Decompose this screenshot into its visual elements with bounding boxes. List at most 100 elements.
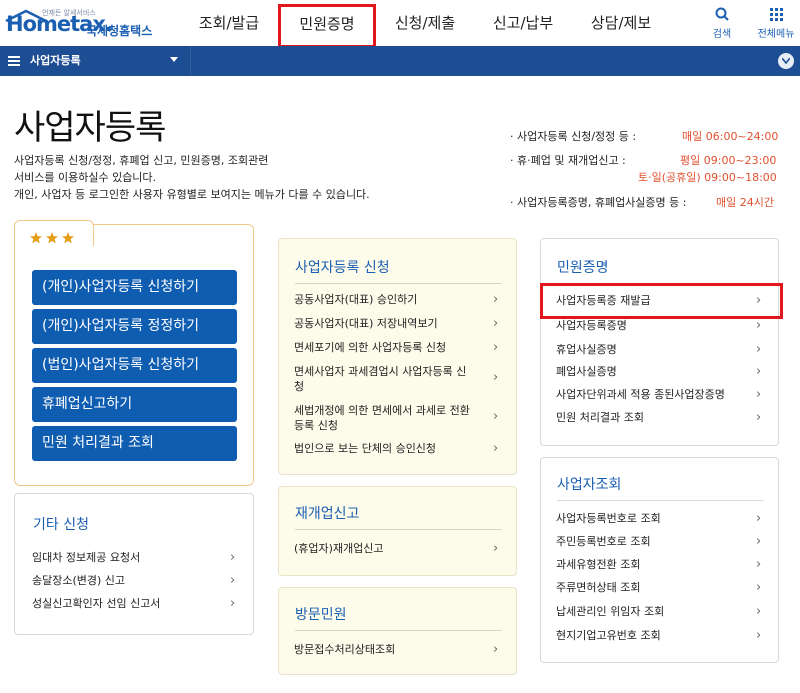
- chevron-right-icon: ›: [230, 573, 236, 588]
- individual-correction-button[interactable]: (개인)사업자등록 정정하기: [32, 309, 237, 344]
- card-title: 기타 신청: [33, 517, 89, 533]
- chevron-right-icon: ›: [230, 550, 236, 565]
- list-item[interactable]: 휴업사실증명: [556, 342, 617, 358]
- star-icon: [30, 232, 42, 244]
- sub-navigation-bar: 사업자등록: [0, 46, 800, 76]
- list-item[interactable]: 주류면허상태 조회: [556, 580, 640, 596]
- list-item[interactable]: 과세유형전환 조회: [556, 557, 640, 573]
- business-registration-card: 사업자등록 신청: [278, 238, 517, 475]
- nav-apply-submit[interactable]: 신청/제출: [376, 0, 474, 46]
- list-item[interactable]: 폐업사실증명: [556, 364, 617, 380]
- list-item[interactable]: 법인으로 보는 단체의 승인신청: [294, 441, 436, 457]
- header-tools: 검색 전체메뉴: [702, 6, 796, 40]
- corporate-register-button[interactable]: (법인)사업자등록 신청하기: [32, 348, 237, 383]
- list-item[interactable]: 면세사업자 과세겸업시 사업자등록 신: [294, 364, 466, 380]
- hours-row: · 사업자등록증명, 휴폐업사실증명 등 : 매일 24시간: [510, 194, 774, 210]
- nav-civil-certificate[interactable]: 민원증명: [278, 4, 376, 48]
- chevron-right-icon: ›: [756, 604, 762, 619]
- hours-row: · 사업자등록 신청/정정 등 : 매일 06:00~24:00: [510, 128, 778, 144]
- list-item[interactable]: 주민등록번호로 조회: [556, 534, 651, 550]
- page-title: 사업자등록: [14, 108, 166, 148]
- highlight-box: [540, 283, 783, 319]
- list-item[interactable]: 공동사업자(대표) 승인하기: [294, 292, 417, 308]
- list-item[interactable]: 민원 처리결과 조회: [556, 410, 644, 426]
- chevron-down-icon: [782, 58, 790, 64]
- page-description: 사업자등록 신청/정정, 휴폐업 신고, 민원증명, 조회관련 서비스를 이용하…: [14, 152, 370, 203]
- visit-civil-card: 방문민원: [278, 587, 517, 675]
- list-item[interactable]: 송달장소(변경) 신고: [32, 573, 125, 589]
- hometax-logo[interactable]: 언제든 알세서비스 Hometax. 국세청홈택스: [4, 8, 154, 40]
- favorite-stars: [30, 232, 74, 244]
- logo-subtitle: 국세청홈택스: [86, 24, 153, 38]
- hours-row: · 휴·폐업 및 재개업신고 : 평일 09:00~23:00: [510, 152, 776, 168]
- result-inquiry-button[interactable]: 민원 처리결과 조회: [32, 426, 237, 461]
- list-item[interactable]: 납세관리인 위임자 조회: [556, 604, 664, 620]
- hours-label: · 휴·폐업 및 재개업신고 :: [510, 154, 626, 167]
- reopen-report-card: 재개업신고: [278, 486, 517, 576]
- chevron-right-icon: ›: [493, 340, 499, 355]
- list-item[interactable]: (휴업자)재개업신고: [294, 541, 384, 557]
- chevron-right-icon: ›: [493, 642, 499, 657]
- card-title: 방문민원: [295, 607, 347, 623]
- chevron-right-icon: ›: [756, 628, 762, 643]
- card-title: 민원증명: [557, 260, 609, 276]
- expand-circle-button[interactable]: [778, 53, 794, 69]
- chevron-right-icon: ›: [493, 409, 499, 424]
- nav-report-pay[interactable]: 신고/납부: [474, 0, 572, 46]
- card-title: 사업자조회: [557, 477, 622, 493]
- chevron-right-icon: ›: [756, 511, 762, 526]
- desc-line: 서비스를 이용하실수 있습니다.: [14, 171, 157, 184]
- list-item[interactable]: 사업자등록번호로 조회: [556, 511, 661, 527]
- chevron-right-icon: ›: [756, 364, 762, 379]
- search-button[interactable]: 검색: [702, 6, 742, 40]
- list-item-cont[interactable]: 등록 신청: [294, 418, 338, 434]
- caret-down-icon[interactable]: [170, 57, 178, 63]
- list-item[interactable]: 임대차 정보제공 요청서: [32, 550, 140, 566]
- search-label: 검색: [712, 29, 732, 40]
- nav-inquiry-issue[interactable]: 조회/발급: [180, 0, 278, 46]
- hours-label: · 사업자등록증명, 휴폐업사실증명 등 :: [510, 196, 687, 209]
- hours-label: · 사업자등록 신청/정정 등 :: [510, 130, 637, 143]
- list-item[interactable]: 면세포기에 의한 사업자등록 신청: [294, 340, 446, 356]
- desc-line: 사업자등록 신청/정정, 휴폐업 신고, 민원증명, 조회관련: [14, 154, 269, 167]
- star-icon: [46, 232, 58, 244]
- list-item[interactable]: 방문접수처리상태조회: [294, 642, 395, 658]
- card-divider: [295, 283, 502, 284]
- grid-menu-icon: [769, 7, 783, 21]
- chevron-right-icon: ›: [756, 580, 762, 595]
- subnav-title[interactable]: 사업자등록: [30, 46, 81, 76]
- all-menu-button[interactable]: 전체메뉴: [756, 6, 796, 40]
- chevron-right-icon: ›: [493, 370, 499, 385]
- chevron-right-icon: ›: [756, 318, 762, 333]
- closure-report-button[interactable]: 휴폐업신고하기: [32, 387, 237, 422]
- list-item[interactable]: 현지기업고유번호 조회: [556, 628, 661, 644]
- chevron-right-icon: ›: [493, 316, 499, 331]
- chevron-right-icon: ›: [756, 342, 762, 357]
- list-item[interactable]: 사업자단위과세 적용 종된사업장증명: [556, 387, 725, 403]
- hours-value: 토·일(공휴일) 09:00~18:00: [638, 171, 777, 184]
- subnav-divider: [190, 46, 191, 76]
- individual-register-button[interactable]: (개인)사업자등록 신청하기: [32, 270, 237, 305]
- list-item[interactable]: 세법개정에 의한 면세에서 과세로 전환: [294, 403, 470, 419]
- nav-consult-report[interactable]: 상담/제보: [572, 0, 670, 46]
- card-title: 재개업신고: [295, 506, 360, 522]
- search-icon: [715, 7, 729, 21]
- global-nav: 조회/발급 민원증명 신청/제출 신고/납부 상담/제보: [180, 0, 670, 48]
- chevron-right-icon: ›: [756, 534, 762, 549]
- hours-value: 매일 24시간: [716, 196, 774, 209]
- card-divider: [295, 529, 502, 530]
- list-item[interactable]: 성실신고확인자 선임 신고서: [32, 596, 160, 612]
- list-item[interactable]: 사업자등록증명: [556, 318, 627, 334]
- chevron-right-icon: ›: [493, 441, 499, 456]
- desc-line: 개인, 사업자 등 로그인한 사용자 유형별로 보여지는 메뉴가 다를 수 있습…: [14, 188, 370, 201]
- card-title: 사업자등록 신청: [295, 260, 390, 276]
- card-divider: [557, 500, 764, 501]
- star-icon: [62, 232, 74, 244]
- chevron-right-icon: ›: [756, 387, 762, 402]
- list-item[interactable]: 공동사업자(대표) 저장내역보기: [294, 316, 438, 332]
- card-divider: [295, 630, 502, 631]
- list-item-cont[interactable]: 청: [294, 379, 304, 395]
- hamburger-icon[interactable]: [8, 54, 22, 68]
- top-header: 언제든 알세서비스 Hometax. 국세청홈택스 조회/발급 민원증명 신청/…: [0, 0, 800, 48]
- chevron-right-icon: ›: [230, 596, 236, 611]
